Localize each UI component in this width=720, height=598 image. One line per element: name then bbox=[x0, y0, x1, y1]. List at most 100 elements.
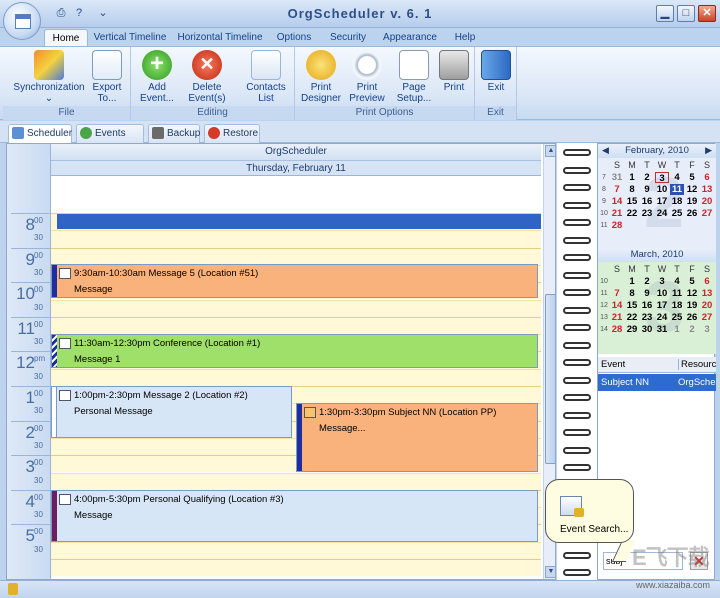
time-slot[interactable] bbox=[51, 541, 541, 559]
calendar-day[interactable]: 23 bbox=[640, 208, 654, 219]
scroll-up-button[interactable]: ▲ bbox=[545, 145, 555, 157]
calendar-day[interactable]: 25 bbox=[670, 312, 684, 323]
time-slot[interactable] bbox=[51, 247, 541, 265]
calendar-day[interactable]: 18 bbox=[670, 300, 684, 311]
tab-horizontal-timeline[interactable]: Horizontal Timeline bbox=[176, 29, 264, 47]
calendar-day[interactable]: 26 bbox=[685, 312, 699, 323]
calendar-day[interactable]: 21 bbox=[610, 208, 624, 219]
event-conference[interactable]: 11:30am-12:30pm Conference (Location #1)… bbox=[51, 334, 538, 368]
calendar-day[interactable]: 3 bbox=[655, 172, 669, 184]
calendar-day[interactable]: 22 bbox=[625, 312, 639, 323]
tab-restore[interactable]: Restore bbox=[204, 124, 260, 143]
calendar-day[interactable]: 3 bbox=[700, 324, 714, 335]
calendar-day[interactable]: 14 bbox=[610, 196, 624, 207]
calendar-day[interactable]: 13 bbox=[700, 184, 714, 195]
calendar-day[interactable]: 16 bbox=[640, 196, 654, 207]
time-slot[interactable] bbox=[51, 299, 541, 317]
export-button[interactable]: Export To... bbox=[87, 50, 127, 104]
tab-events-list[interactable]: Events List bbox=[76, 124, 144, 156]
calendar-day[interactable]: 7 bbox=[610, 184, 624, 195]
calendar-day[interactable]: 15 bbox=[625, 300, 639, 311]
calendar-day[interactable]: 24 bbox=[655, 312, 669, 323]
calendar-day[interactable]: 29 bbox=[625, 324, 639, 335]
calendar-day[interactable]: 4 bbox=[670, 172, 684, 183]
calendar-day[interactable]: 19 bbox=[685, 196, 699, 207]
exit-button[interactable]: Exit bbox=[479, 50, 513, 93]
calendar-day[interactable]: 9 bbox=[640, 288, 654, 299]
calendar-day[interactable]: 10 bbox=[655, 288, 669, 299]
calendar-day[interactable]: 6 bbox=[700, 276, 714, 287]
column-event[interactable]: Event bbox=[601, 359, 625, 370]
calendar-day[interactable]: 5 bbox=[685, 276, 699, 287]
calendar-day[interactable]: 20 bbox=[700, 300, 714, 311]
calendar-day[interactable]: 11 bbox=[670, 184, 684, 195]
page-setup-button[interactable]: Page Setup... bbox=[392, 50, 436, 104]
calendar-day[interactable]: 10 bbox=[655, 184, 669, 195]
tab-help[interactable]: Help bbox=[448, 29, 482, 47]
calendar-day[interactable]: 27 bbox=[700, 312, 714, 323]
tab-vertical-timeline[interactable]: Vertical Timeline bbox=[92, 29, 168, 47]
delete-event-button[interactable]: ✕ Delete Event(s) bbox=[183, 50, 231, 104]
calendar-day[interactable]: 9 bbox=[640, 184, 654, 195]
calendar-day[interactable]: 18 bbox=[670, 196, 684, 207]
calendar-day[interactable]: 26 bbox=[685, 208, 699, 219]
calendar-day[interactable]: 31 bbox=[655, 324, 669, 335]
calendar-day[interactable]: 21 bbox=[610, 312, 624, 323]
print-preview-button[interactable]: Print Preview bbox=[345, 50, 389, 104]
time-slot[interactable] bbox=[51, 559, 541, 577]
calendar-day[interactable]: 15 bbox=[625, 196, 639, 207]
event-personal-qualifying[interactable]: 4:00pm-5:30pm Personal Qualifying (Locat… bbox=[51, 490, 538, 542]
calendar-day[interactable]: 16 bbox=[640, 300, 654, 311]
calendar-day[interactable]: 13 bbox=[700, 288, 714, 299]
calendar-day[interactable]: 1 bbox=[625, 276, 639, 287]
calendar-day[interactable]: 31 bbox=[610, 172, 624, 183]
calendar-day[interactable]: 7 bbox=[610, 288, 624, 299]
prev-month-button[interactable]: ◀ bbox=[602, 145, 609, 156]
calendar-day[interactable]: 6 bbox=[700, 172, 714, 183]
add-event-button[interactable]: + Add Event... bbox=[135, 50, 179, 104]
event-message-5[interactable]: 9:30am-10:30am Message 5 (Location #51) … bbox=[51, 264, 538, 298]
scroll-thumb[interactable] bbox=[545, 294, 555, 464]
time-slot[interactable] bbox=[51, 368, 541, 386]
calendar-day[interactable]: 11 bbox=[670, 288, 684, 299]
tab-scheduler[interactable]: Scheduler bbox=[8, 124, 72, 144]
next-month-button[interactable]: ▶ bbox=[705, 145, 712, 156]
all-day-event[interactable] bbox=[57, 214, 541, 229]
calendar-day[interactable]: 14 bbox=[610, 300, 624, 311]
app-menu-button[interactable] bbox=[3, 2, 41, 40]
print-designer-button[interactable]: Print Designer bbox=[299, 50, 343, 104]
tab-backup[interactable]: Backup bbox=[148, 124, 200, 143]
tab-options[interactable]: Options bbox=[272, 29, 316, 47]
calendar-day[interactable]: 2 bbox=[640, 172, 654, 183]
column-resource[interactable]: Resource bbox=[678, 359, 716, 370]
calendar-day[interactable]: 19 bbox=[685, 300, 699, 311]
time-slot[interactable] bbox=[51, 316, 541, 335]
calendar-day[interactable]: 17 bbox=[655, 300, 669, 311]
calendar-day[interactable]: 17 bbox=[655, 196, 669, 207]
calendar-day[interactable]: 2 bbox=[685, 324, 699, 335]
time-slot[interactable] bbox=[51, 230, 541, 248]
calendar-day[interactable]: 25 bbox=[670, 208, 684, 219]
event-message-2[interactable]: 1:00pm-2:30pm Message 2 (Location #2) Pe… bbox=[51, 386, 292, 438]
contacts-list-button[interactable]: Contacts List bbox=[241, 50, 291, 104]
event-list-row[interactable]: Subject NN OrgScheduler bbox=[598, 374, 716, 391]
time-slot[interactable] bbox=[51, 472, 541, 490]
calendar-day[interactable]: 5 bbox=[685, 172, 699, 183]
calendar-day[interactable]: 2 bbox=[640, 276, 654, 287]
calendar-day[interactable]: 30 bbox=[640, 324, 654, 335]
calendar-day[interactable]: 24 bbox=[655, 208, 669, 219]
close-button[interactable]: ✕ bbox=[698, 5, 716, 22]
tab-security[interactable]: Security bbox=[324, 29, 372, 47]
event-subject-nn[interactable]: 1:30pm-3:30pm Subject NN (Location PP) M… bbox=[296, 403, 538, 472]
tab-appearance[interactable]: Appearance bbox=[380, 29, 440, 47]
print-button[interactable]: Print bbox=[437, 50, 471, 93]
calendar-day[interactable]: 28 bbox=[610, 324, 624, 335]
calendar-day[interactable]: 1 bbox=[625, 172, 639, 183]
calendar-day[interactable]: 22 bbox=[625, 208, 639, 219]
calendar-day[interactable]: 8 bbox=[625, 288, 639, 299]
minimize-button[interactable]: ▁ bbox=[656, 5, 674, 22]
maximize-button[interactable]: □ bbox=[677, 5, 695, 22]
calendar-day[interactable]: 4 bbox=[670, 276, 684, 287]
calendar-day[interactable]: 3 bbox=[655, 276, 669, 287]
synchronization-button[interactable]: Synchronization ⌄ bbox=[11, 50, 87, 104]
